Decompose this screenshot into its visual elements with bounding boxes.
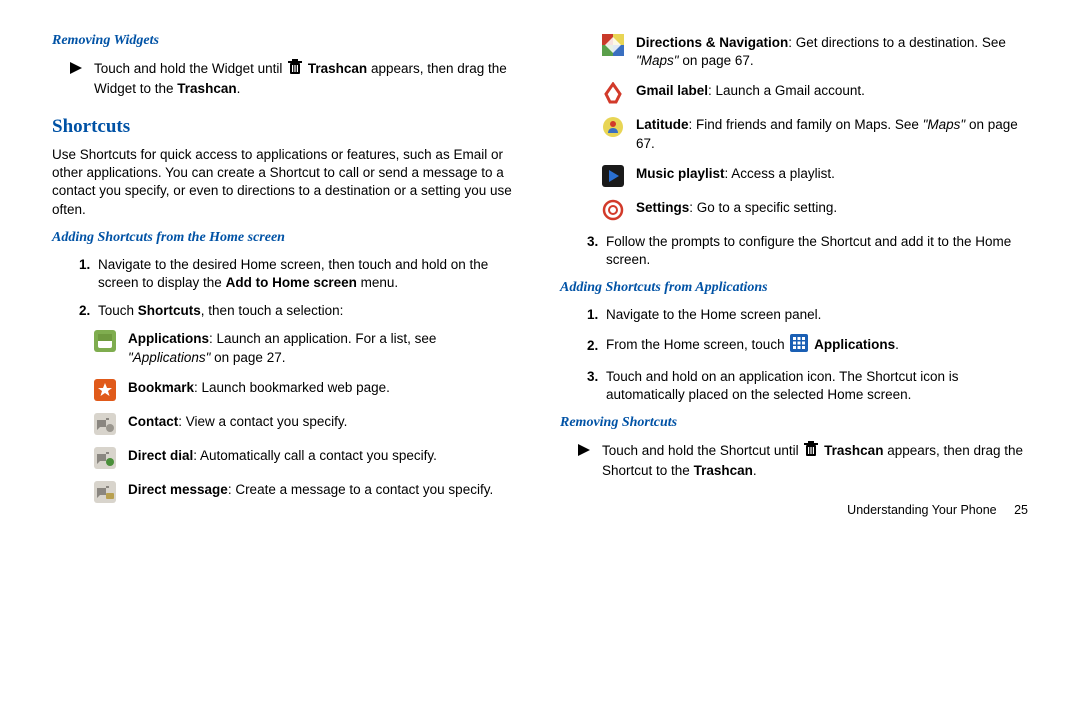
text-bold: Trashcan (177, 81, 236, 96)
arrow-icon (578, 442, 590, 480)
trashcan-icon (288, 59, 302, 80)
text: Touch and hold the Widget until (94, 61, 286, 76)
left-column: Removing Widgets Touch and hold the Widg… (52, 28, 520, 519)
page-number: 25 (1014, 503, 1028, 517)
list-item: Touch Shortcuts, then touch a selection: (94, 302, 520, 320)
direct-dial-icon (94, 447, 116, 469)
bookmark-icon (94, 379, 116, 401)
add-home-list: Navigate to the desired Home screen, the… (52, 256, 520, 321)
footer-text: Understanding Your Phone (847, 503, 996, 517)
list-item: Touch and hold on an application icon. T… (602, 368, 1028, 404)
shortcut-applications: Applications: Launch an application. For… (94, 330, 520, 366)
right-column: Directions & Navigation: Get directions … (560, 28, 1028, 519)
remove-widgets-step: Touch and hold the Widget until Trashcan… (70, 59, 520, 98)
applications-icon (94, 330, 116, 352)
heading-add-apps: Adding Shortcuts from Applications (560, 279, 1028, 298)
applications-grid-icon (790, 334, 808, 357)
shortcut-direct-dial: Direct dial: Automatically call a contac… (94, 447, 520, 469)
list-item: Follow the prompts to configure the Shor… (602, 233, 1028, 269)
settings-icon (602, 199, 624, 221)
trashcan-icon (804, 441, 818, 462)
latitude-icon (602, 116, 624, 138)
music-icon (602, 165, 624, 187)
page-footer: Understanding Your Phone 25 (560, 502, 1028, 519)
list-item: Navigate to the Home screen panel. (602, 306, 1028, 324)
list-item: From the Home screen, touch Applications… (602, 334, 1028, 357)
direct-message-icon (94, 481, 116, 503)
add-apps-list: Navigate to the Home screen panel. From … (560, 306, 1028, 404)
heading-add-home: Adding Shortcuts from the Home screen (52, 229, 520, 248)
gmail-icon (602, 82, 624, 104)
remove-shortcut-step: Touch and hold the Shortcut until Trashc… (578, 441, 1028, 480)
shortcut-settings: Settings: Go to a specific setting. (602, 199, 1028, 221)
shortcut-gmail: Gmail label: Launch a Gmail account. (602, 82, 1028, 104)
shortcut-directions: Directions & Navigation: Get directions … (602, 34, 1028, 70)
shortcut-latitude: Latitude: Find friends and family on Map… (602, 116, 1028, 152)
heading-removing-widgets: Removing Widgets (52, 32, 520, 51)
text-bold: Trashcan (308, 61, 367, 76)
list-item: Navigate to the desired Home screen, the… (94, 256, 520, 292)
arrow-icon (70, 60, 82, 98)
heading-shortcuts: Shortcuts (52, 114, 520, 140)
shortcut-direct-message: Direct message: Create a message to a co… (94, 481, 520, 503)
directions-icon (602, 34, 624, 56)
add-home-list-cont: Follow the prompts to configure the Shor… (560, 233, 1028, 269)
shortcuts-intro: Use Shortcuts for quick access to applic… (52, 146, 520, 219)
shortcut-contact: Contact: View a contact you specify. (94, 413, 520, 435)
heading-removing-shortcuts: Removing Shortcuts (560, 414, 1028, 433)
contact-icon (94, 413, 116, 435)
shortcut-bookmark: Bookmark: Launch bookmarked web page. (94, 379, 520, 401)
shortcut-music: Music playlist: Access a playlist. (602, 165, 1028, 187)
